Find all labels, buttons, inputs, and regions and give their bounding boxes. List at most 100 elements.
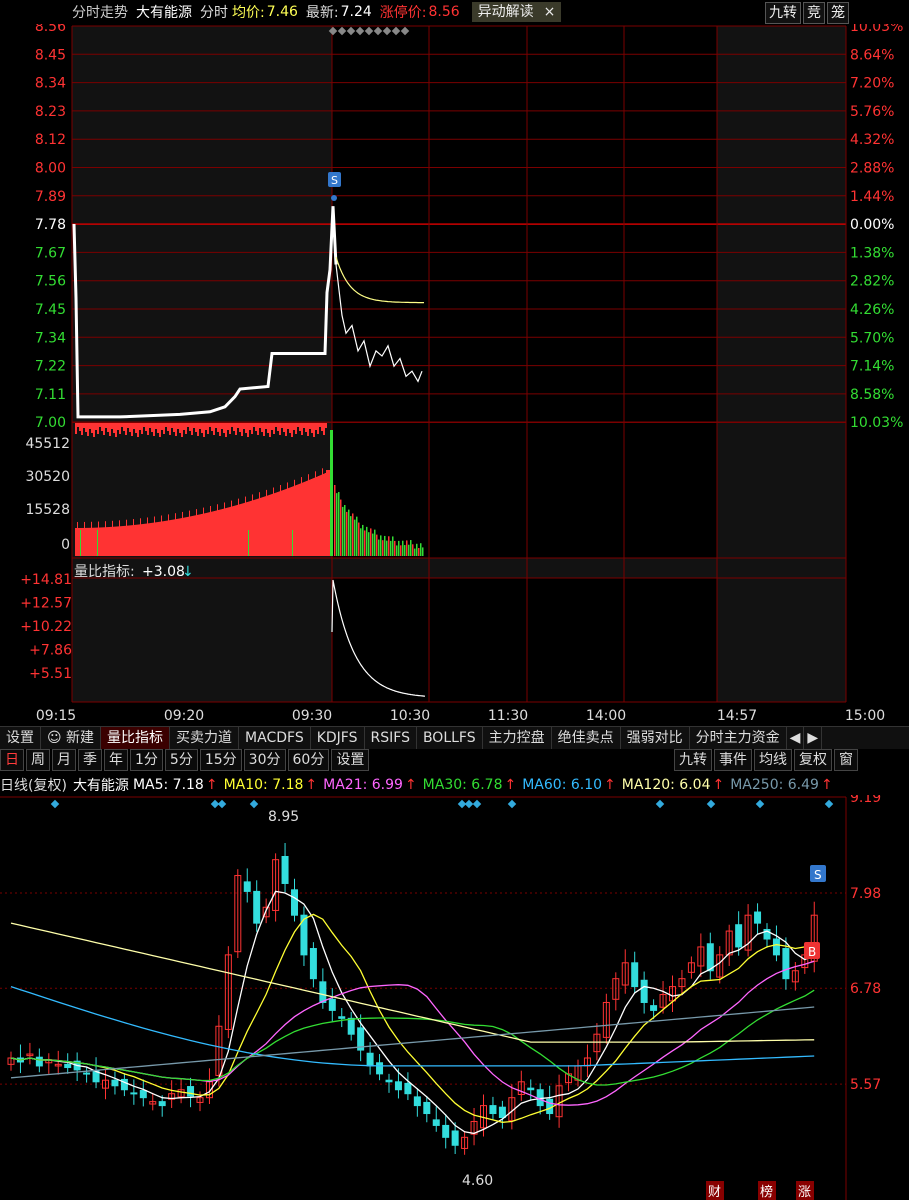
volume-bar <box>76 527 77 556</box>
volume-bar <box>161 515 162 556</box>
volume-bar <box>402 540 404 556</box>
volume-bar <box>244 502 245 556</box>
period-7[interactable]: 15分 <box>199 749 242 771</box>
tab-7[interactable]: BOLLFS <box>417 727 483 749</box>
pressure-bar <box>187 423 189 427</box>
ma-item: MA30: 6.78 <box>422 777 503 793</box>
volume-bar <box>84 521 85 556</box>
trading-area <box>332 26 717 558</box>
volume-bar <box>166 520 167 556</box>
period-6[interactable]: 5分 <box>164 749 198 771</box>
tab-5[interactable]: KDJFS <box>311 727 365 749</box>
volume-bar <box>265 496 266 556</box>
event-diamond <box>472 799 482 809</box>
scroll-left-icon[interactable]: ◀ <box>787 727 805 749</box>
volume-bar <box>304 481 305 556</box>
volume-bar <box>200 514 201 556</box>
volume-bar <box>138 524 139 556</box>
volume-bar <box>246 502 247 556</box>
kline-price-label: 9.19 <box>850 795 881 806</box>
ma-arrow: ↑ <box>305 777 318 793</box>
anomaly-button[interactable]: 异动解读 × <box>471 2 562 22</box>
tab-11[interactable]: 分时主力资金 <box>690 727 787 749</box>
candle-body <box>347 1017 355 1035</box>
long-button[interactable]: 笼 <box>827 2 849 24</box>
period-9[interactable]: 60分 <box>287 749 330 771</box>
period-2[interactable]: 月 <box>52 749 76 771</box>
ma-item: MA250: 6.49 <box>730 777 819 793</box>
volume-bar <box>325 473 326 556</box>
period-1[interactable]: 周 <box>26 749 50 771</box>
tab-4[interactable]: MACDFS <box>239 727 311 749</box>
volume-bar <box>187 516 188 556</box>
volume-bar <box>224 502 225 556</box>
pressure-bar <box>123 423 125 431</box>
period-10[interactable]: 设置 <box>331 749 370 771</box>
pressure-bar <box>217 423 219 432</box>
tab-6[interactable]: RSIFS <box>365 727 417 749</box>
tab-10[interactable]: 强弱对比 <box>621 727 690 749</box>
tab-3[interactable]: 买卖力道 <box>170 727 240 749</box>
tab-2[interactable]: 量比指标 <box>101 727 171 749</box>
volume-bar <box>302 482 303 556</box>
sell-marker-label: S <box>331 174 338 187</box>
volume-bar <box>103 527 104 556</box>
pressure-bar <box>119 423 121 434</box>
pressure-bar <box>309 423 311 429</box>
period-4[interactable]: 年 <box>104 749 128 771</box>
pressure-bar <box>95 423 97 430</box>
pressure-bar <box>207 423 209 434</box>
volume-bar <box>309 479 310 556</box>
volume-bar <box>174 519 175 556</box>
tab-1[interactable]: ☺ 新建 <box>41 727 102 749</box>
volume-bar <box>223 508 224 556</box>
volume-bar <box>110 526 111 556</box>
period-3[interactable]: 季 <box>78 749 102 771</box>
volume-bar <box>93 527 94 556</box>
time-label: 11:30 <box>488 708 528 724</box>
indicator-tabs: 设置 ☺ 新建 量比指标 买卖力道 MACDFS KDJFS RSIFS BOLLFS 主力控盘… <box>0 726 909 749</box>
volume-bar <box>227 507 228 556</box>
volume-bar <box>386 540 388 556</box>
close-icon[interactable]: × <box>544 2 556 22</box>
pressure-bar <box>153 423 155 436</box>
volume-bar <box>218 510 219 556</box>
volume-bar <box>315 471 316 556</box>
candle-body <box>546 1098 554 1115</box>
volume-bar <box>299 483 300 556</box>
kline-sell-label: S <box>814 868 822 882</box>
liangbi-label: +14.81 <box>20 572 72 588</box>
jing-button[interactable]: 竞 <box>803 2 825 24</box>
scroll-right-icon[interactable]: ▶ <box>804 727 823 749</box>
right-button-0[interactable]: 九转 <box>674 749 712 771</box>
volume-bar <box>139 524 140 556</box>
volume-bar <box>136 524 137 556</box>
volume-bar <box>181 518 182 556</box>
liangbi-label: +10.22 <box>20 619 72 635</box>
candle-body <box>111 1079 119 1087</box>
candle-body <box>281 855 289 884</box>
right-button-2[interactable]: 均线 <box>754 749 792 771</box>
pressure-bar <box>177 423 179 429</box>
period-8[interactable]: 30分 <box>243 749 286 771</box>
volume-bar <box>108 527 109 556</box>
period-5[interactable]: 1分 <box>130 749 163 771</box>
pressure-bar <box>315 423 317 430</box>
tab-8[interactable]: 主力控盘 <box>483 727 552 749</box>
volume-bar <box>311 478 312 556</box>
volume-bar <box>212 511 213 556</box>
pressure-bar <box>203 423 205 437</box>
right-button-1[interactable]: 事件 <box>714 749 752 771</box>
volume-bar <box>240 504 241 556</box>
jiuzhuan-button[interactable]: 九转 <box>765 2 801 24</box>
tab-0[interactable]: 设置 <box>0 727 41 749</box>
tab-9[interactable]: 绝佳卖点 <box>552 727 621 749</box>
pressure-bar <box>105 423 107 428</box>
pressure-bar <box>213 423 215 435</box>
right-button-3[interactable]: 复权 <box>794 749 832 771</box>
period-0[interactable]: 日 <box>0 749 24 771</box>
volume-bar <box>159 521 160 556</box>
right-button-4[interactable]: 窗 <box>834 749 858 771</box>
volume-bar <box>313 478 314 556</box>
price-label: 7.00 <box>35 415 66 431</box>
